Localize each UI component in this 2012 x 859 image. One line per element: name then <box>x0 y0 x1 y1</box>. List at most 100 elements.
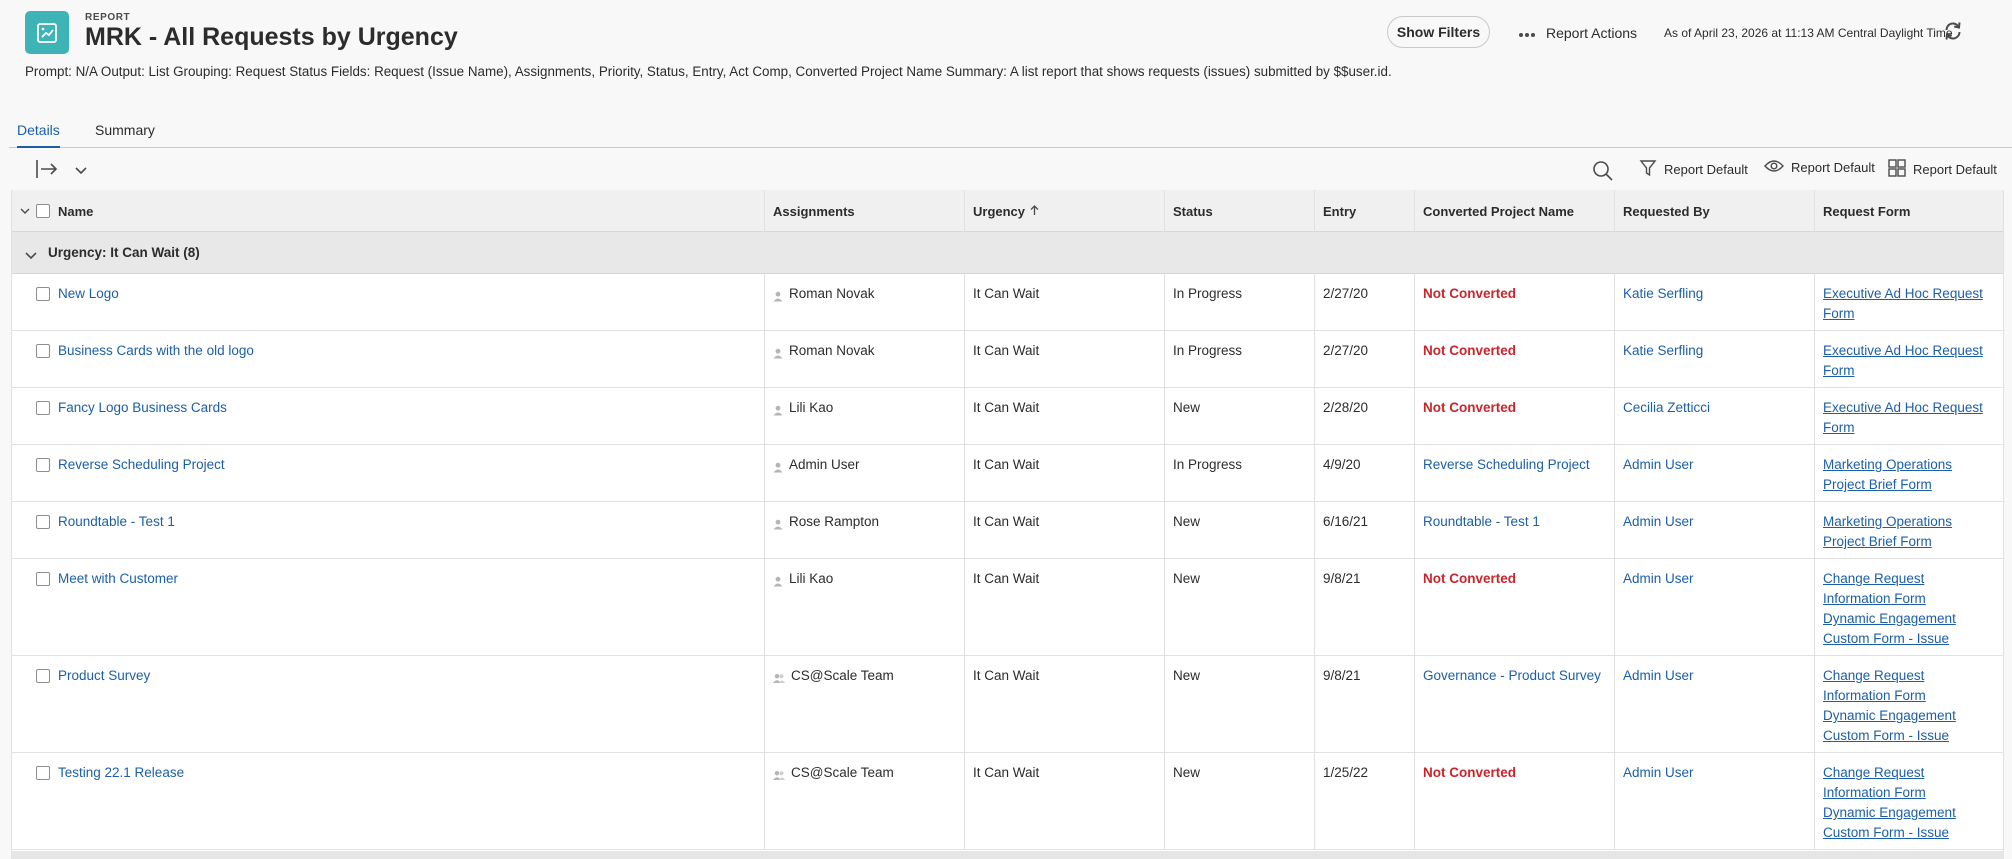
request-name-link[interactable]: Testing 22.1 Release <box>58 765 184 780</box>
request-form-link[interactable]: Marketing Operations <box>1823 455 1996 475</box>
not-converted-label: Not Converted <box>1423 343 1517 358</box>
column-header-requested-by[interactable]: Requested By <box>1615 190 1815 232</box>
assignment: Rose Rampton <box>773 512 956 536</box>
status-value: In Progress <box>1173 457 1243 472</box>
request-form-link[interactable]: Form <box>1823 418 1996 438</box>
table-row[interactable]: Meet with Customer Lili Kao It Can Wait New… <box>12 559 2003 656</box>
requested-by-cell: Admin User <box>1615 445 1815 501</box>
converted-project-link[interactable]: Reverse Scheduling Project <box>1423 457 1590 472</box>
chevron-down-icon[interactable] <box>20 202 30 218</box>
export-icon[interactable] <box>35 158 59 183</box>
show-filters-button[interactable]: Show Filters <box>1387 16 1490 48</box>
grouping-menu[interactable]: Report Default <box>1888 159 1997 180</box>
request-name-link[interactable]: Meet with Customer <box>58 571 178 586</box>
row-checkbox[interactable] <box>36 458 50 472</box>
request-form-link[interactable]: Dynamic Engagement <box>1823 803 1996 823</box>
requester-link[interactable]: Admin User <box>1623 514 1694 529</box>
assignment: Roman Novak <box>773 341 956 365</box>
request-form-link[interactable]: Executive Ad Hoc Request <box>1823 284 1996 304</box>
column-header-converted-project[interactable]: Converted Project Name <box>1415 190 1615 232</box>
chevron-down-icon[interactable] <box>25 247 37 263</box>
column-header-status[interactable]: Status <box>1165 190 1315 232</box>
requester-link[interactable]: Katie Serfling <box>1623 286 1703 301</box>
request-form-link[interactable]: Change Request <box>1823 666 1996 686</box>
request-form-link[interactable]: Change Request <box>1823 763 1996 783</box>
request-form-link[interactable]: Project Brief Form <box>1823 532 1996 552</box>
requester-link[interactable]: Katie Serfling <box>1623 343 1703 358</box>
column-header-entry[interactable]: Entry <box>1315 190 1415 232</box>
converted-project-link[interactable]: Roundtable - Test 1 <box>1423 514 1540 529</box>
urgency-value: It Can Wait <box>973 765 1040 780</box>
urgency-cell: It Can Wait <box>965 274 1165 330</box>
column-header-name[interactable]: Name <box>50 190 765 232</box>
name-cell: Business Cards with the old logo <box>50 331 765 387</box>
requester-link[interactable]: Admin User <box>1623 668 1694 683</box>
table-row[interactable]: Business Cards with the old logo Roman No… <box>12 331 2003 388</box>
request-form-link[interactable]: Executive Ad Hoc Request <box>1823 341 1996 361</box>
request-form-link[interactable]: Information Form <box>1823 589 1996 609</box>
request-name-link[interactable]: Product Survey <box>58 668 150 683</box>
request-form-link[interactable]: Information Form <box>1823 686 1996 706</box>
horizontal-scrollbar[interactable] <box>11 851 2004 859</box>
table-row[interactable]: New Logo Roman Novak It Can Wait In Progres… <box>12 274 2003 331</box>
table-row[interactable]: Reverse Scheduling Project Admin User It C… <box>12 445 2003 502</box>
table-row[interactable]: Testing 22.1 Release CS@Scale Team It Can … <box>12 753 2003 850</box>
requester-link[interactable]: Admin User <box>1623 571 1694 586</box>
row-checkbox[interactable] <box>36 572 50 586</box>
view-label: Report Default <box>1791 160 1875 175</box>
request-form-link[interactable]: Project Brief Form <box>1823 475 1996 495</box>
requester-link[interactable]: Admin User <box>1623 457 1694 472</box>
entry-date: 2/27/20 <box>1323 343 1369 358</box>
entry-date: 4/9/20 <box>1323 457 1361 472</box>
request-name-link[interactable]: New Logo <box>58 286 119 301</box>
requester-link[interactable]: Cecilia Zetticci <box>1623 400 1710 415</box>
report-actions-menu[interactable]: Report Actions <box>1518 22 1637 44</box>
request-form-link[interactable]: Custom Form - Issue <box>1823 629 1996 649</box>
request-form-link[interactable]: Custom Form - Issue <box>1823 726 1996 746</box>
table-row[interactable]: Roundtable - Test 1 Rose Rampton It Can Wa… <box>12 502 2003 559</box>
request-form-link[interactable]: Change Request <box>1823 569 1996 589</box>
requested-by-cell: Admin User <box>1615 502 1815 558</box>
request-name-link[interactable]: Fancy Logo Business Cards <box>58 400 227 415</box>
group-row[interactable]: Urgency: It Can Wait (8) <box>12 232 2003 274</box>
request-form-link[interactable]: Dynamic Engagement <box>1823 609 1996 629</box>
request-form-link[interactable]: Dynamic Engagement <box>1823 706 1996 726</box>
request-form-link[interactable]: Form <box>1823 361 1996 381</box>
row-checkbox[interactable] <box>36 401 50 415</box>
request-name-link[interactable]: Business Cards with the old logo <box>58 343 254 358</box>
filter-menu[interactable]: Report Default <box>1639 159 1748 180</box>
assignment-cell: CS@Scale Team <box>765 656 965 752</box>
request-form-link[interactable]: Marketing Operations <box>1823 512 1996 532</box>
requester-link[interactable]: Admin User <box>1623 765 1694 780</box>
column-header-request-form[interactable]: Request Form <box>1815 190 2004 232</box>
user-icon <box>773 516 783 536</box>
search-icon[interactable] <box>1592 160 1614 185</box>
request-form-link[interactable]: Custom Form - Issue <box>1823 823 1996 843</box>
tab-summary[interactable]: Summary <box>95 122 155 148</box>
select-all-checkbox[interactable] <box>36 204 50 218</box>
urgency-value: It Can Wait <box>973 514 1040 529</box>
request-form-link[interactable]: Form <box>1823 304 1996 324</box>
table-row[interactable]: Product Survey CS@Scale Team It Can Wait Ne… <box>12 656 2003 753</box>
tab-details[interactable]: Details <box>17 122 60 148</box>
column-header-assignments[interactable]: Assignments <box>765 190 965 232</box>
chevron-down-icon[interactable] <box>75 162 87 178</box>
request-name-link[interactable]: Roundtable - Test 1 <box>58 514 175 529</box>
row-checkbox[interactable] <box>36 344 50 358</box>
converted-project-link[interactable]: Governance - Product Survey <box>1423 668 1601 683</box>
converted-project-cell: Not Converted <box>1415 559 1615 655</box>
view-menu[interactable]: Report Default <box>1764 159 1875 176</box>
request-name-link[interactable]: Reverse Scheduling Project <box>58 457 225 472</box>
table-header: Name Assignments Urgency Status Entry Co… <box>12 190 2003 232</box>
row-checkbox[interactable] <box>36 287 50 301</box>
row-checkbox[interactable] <box>36 766 50 780</box>
row-checkbox[interactable] <box>36 515 50 529</box>
refresh-icon[interactable] <box>1942 20 1964 42</box>
status-value: New <box>1173 571 1201 586</box>
row-checkbox[interactable] <box>36 669 50 683</box>
table-row[interactable]: Fancy Logo Business Cards Lili Kao It Can … <box>12 388 2003 445</box>
user-icon <box>773 573 783 593</box>
column-header-urgency[interactable]: Urgency <box>965 190 1165 232</box>
request-form-link[interactable]: Executive Ad Hoc Request <box>1823 398 1996 418</box>
request-form-link[interactable]: Information Form <box>1823 783 1996 803</box>
